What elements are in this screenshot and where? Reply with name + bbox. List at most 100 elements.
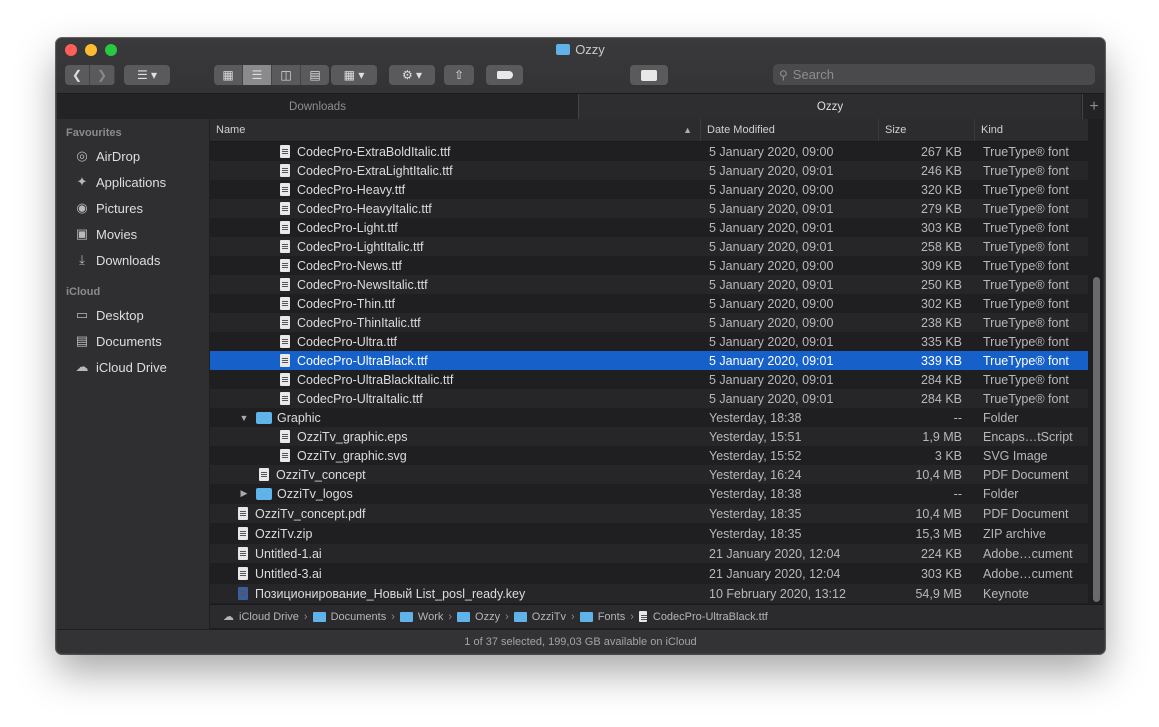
search-placeholder: Search <box>792 67 834 82</box>
breadcrumb-separator-icon: › <box>303 610 308 623</box>
vertical-scrollbar[interactable] <box>1093 277 1100 602</box>
table-row[interactable]: Позиционирование_Новый List_posl_ready.k… <box>210 584 1088 603</box>
file-name: OzziTv.zip <box>255 526 313 541</box>
file-kind: TrueType® font <box>983 220 1069 235</box>
file-name-cell: ▶ OzziTv_logos <box>238 484 698 503</box>
table-row[interactable]: OzziTv_concept Yesterday, 16:24 10,4 MB PDF… <box>210 465 1088 484</box>
sidebar-options-button[interactable]: ☰ ▾ <box>124 65 170 85</box>
file-date: 21 January 2020, 12:04 <box>709 566 841 581</box>
table-row[interactable]: CodecPro-ExtraBoldItalic.ttf 5 January 20… <box>210 142 1088 161</box>
sidebar-item-label: Desktop <box>96 307 144 323</box>
table-row[interactable]: ▶ OzziTv_logos Yesterday, 18:38 -- Folder <box>210 484 1088 503</box>
folder-icon <box>256 411 272 424</box>
document-icon <box>280 430 290 443</box>
file-name: Untitled-3.ai <box>255 566 322 581</box>
breadcrumb-item[interactable]: Ozzy <box>457 611 500 623</box>
list-view-button[interactable]: ☰ <box>243 65 272 85</box>
breadcrumb-item[interactable]: Documents <box>312 611 386 623</box>
forward-button[interactable]: ❯ <box>90 65 115 85</box>
table-row[interactable]: OzziTv_concept.pdf Yesterday, 18:35 10,4 M… <box>210 504 1088 523</box>
sidebar-item-icloud-drive[interactable]: ☁ iCloud Drive <box>73 356 167 378</box>
table-row[interactable]: CodecPro-UltraBlackItalic.ttf 5 January 2… <box>210 370 1088 389</box>
sidebar-section-icloud: iCloud <box>66 286 101 298</box>
table-row[interactable]: CodecPro-UltraBlack.ttf 5 January 2020, 0… <box>210 351 1088 370</box>
table-row[interactable]: CodecPro-News.ttf 5 January 2020, 09:00 30… <box>210 256 1088 275</box>
table-row[interactable]: CodecPro-NewsItalic.ttf 5 January 2020, 0… <box>210 275 1088 294</box>
share-icon: ⇧ <box>453 68 465 82</box>
cloud-icon: ☁ <box>75 359 89 374</box>
file-date: 5 January 2020, 09:01 <box>709 239 834 254</box>
breadcrumb-item[interactable]: Work <box>399 611 443 623</box>
table-row[interactable]: CodecPro-ThinItalic.ttf 5 January 2020, 0… <box>210 313 1088 332</box>
file-kind: TrueType® font <box>983 353 1069 368</box>
file-name-cell: CodecPro-UltraItalic.ttf <box>280 389 740 408</box>
file-date: Yesterday, 18:38 <box>709 410 802 425</box>
table-row[interactable]: CodecPro-Light.ttf 5 January 2020, 09:01 3… <box>210 218 1088 237</box>
sidebar-item-movies[interactable]: ▣ Movies <box>73 223 137 245</box>
file-kind: Keynote <box>983 586 1029 601</box>
sidebar-item-applications[interactable]: ✦ Applications <box>73 171 167 193</box>
tab-downloads[interactable]: Downloads <box>57 94 579 119</box>
breadcrumb-item[interactable]: CodecPro-UltraBlack.ttf <box>638 611 768 623</box>
table-row[interactable]: Untitled-1.ai 21 January 2020, 12:04 224 K… <box>210 544 1088 563</box>
column-kind[interactable]: Kind <box>974 119 1088 141</box>
group-button[interactable]: ▦ ▾ <box>331 65 377 85</box>
file-kind: Encaps…tScript <box>983 429 1073 444</box>
table-row[interactable]: CodecPro-Thin.ttf 5 January 2020, 09:00 30… <box>210 294 1088 313</box>
file-name-cell: OzziTv_concept.pdf <box>238 504 698 523</box>
table-row[interactable]: ▼ Graphic Yesterday, 18:38 -- Folder <box>210 408 1088 427</box>
column-size[interactable]: Size <box>878 119 974 141</box>
table-row[interactable]: OzziTv_graphic.svg Yesterday, 15:52 3 KB SV… <box>210 446 1088 465</box>
column-name[interactable]: Name ▲ <box>210 119 700 141</box>
file-kind: Folder <box>983 486 1019 501</box>
sidebar-item-desktop[interactable]: ▭ Desktop <box>73 304 144 326</box>
file-kind: TrueType® font <box>983 144 1069 159</box>
search-field[interactable]: ⚲ Search <box>773 64 1095 85</box>
film-icon: ▣ <box>75 226 89 241</box>
tab-ozzy[interactable]: Ozzy <box>579 94 1081 119</box>
gallery-view-button[interactable]: ▤ <box>301 65 329 85</box>
table-row[interactable]: CodecPro-HeavyItalic.ttf 5 January 2020, … <box>210 199 1088 218</box>
new-folder-button[interactable] <box>630 65 668 85</box>
file-name: CodecPro-Light.ttf <box>297 220 398 235</box>
table-row[interactable]: CodecPro-Ultra.ttf 5 January 2020, 09:01 3… <box>210 332 1088 351</box>
icon-view-button[interactable]: ▦ <box>214 65 243 85</box>
column-date[interactable]: Date Modified <box>700 119 878 141</box>
chevron-left-icon: ❮ <box>71 68 83 82</box>
sidebar-item-airdrop[interactable]: ◎ AirDrop <box>73 145 140 167</box>
file-kind: TrueType® font <box>983 334 1069 349</box>
table-row[interactable]: CodecPro-Heavy.ttf 5 January 2020, 09:00 3… <box>210 180 1088 199</box>
file-size: 335 KB <box>920 334 962 349</box>
table-row[interactable]: CodecPro-LightItalic.ttf 5 January 2020, … <box>210 237 1088 256</box>
file-date: Yesterday, 16:24 <box>709 467 802 482</box>
back-button[interactable]: ❮ <box>65 65 90 85</box>
table-row[interactable]: OzziTv_graphic.eps Yesterday, 15:51 1,9 MB… <box>210 427 1088 446</box>
file-date: 5 January 2020, 09:01 <box>709 220 834 235</box>
new-tab-button[interactable]: + <box>1082 94 1104 119</box>
breadcrumb-item[interactable]: Fonts <box>579 611 625 623</box>
document-icon <box>280 202 290 215</box>
grid-icon: ▦ <box>222 68 234 82</box>
sidebar-item-documents[interactable]: ▤ Documents <box>73 330 162 352</box>
disclosure-collapsed-icon[interactable]: ▶ <box>238 488 250 499</box>
tags-button[interactable] <box>486 65 523 85</box>
table-row[interactable]: Untitled-3.ai 21 January 2020, 12:04 303 K… <box>210 564 1088 583</box>
column-view-button[interactable]: ◫ <box>272 65 301 85</box>
disclosure-expanded-icon[interactable]: ▼ <box>238 413 250 423</box>
table-row[interactable]: OzziTv.zip Yesterday, 18:35 15,3 MB ZIP arc… <box>210 524 1088 543</box>
sidebar-item-pictures[interactable]: ◉ Pictures <box>73 197 143 219</box>
table-row[interactable]: CodecPro-ExtraLightItalic.ttf 5 January 2… <box>210 161 1088 180</box>
share-button[interactable]: ⇧ <box>444 65 474 85</box>
document-icon <box>280 221 290 234</box>
column-kind-label: Kind <box>981 124 1004 136</box>
action-button[interactable]: ⚙ ▾ <box>389 65 435 85</box>
file-name: OzziTv_concept.pdf <box>255 506 366 521</box>
column-header: Name ▲ Date Modified Size Kind <box>210 119 1088 142</box>
file-name: OzziTv_graphic.svg <box>297 448 407 463</box>
sidebar-item-downloads[interactable]: ⤓ Downloads <box>73 249 160 271</box>
sidebar-item-label: Applications <box>96 174 167 190</box>
file-date: 5 January 2020, 09:01 <box>709 277 834 292</box>
breadcrumb-item[interactable]: ☁ iCloud Drive <box>223 610 299 624</box>
table-row[interactable]: CodecPro-UltraItalic.ttf 5 January 2020, … <box>210 389 1088 408</box>
breadcrumb-item[interactable]: OzziTv <box>513 611 566 623</box>
